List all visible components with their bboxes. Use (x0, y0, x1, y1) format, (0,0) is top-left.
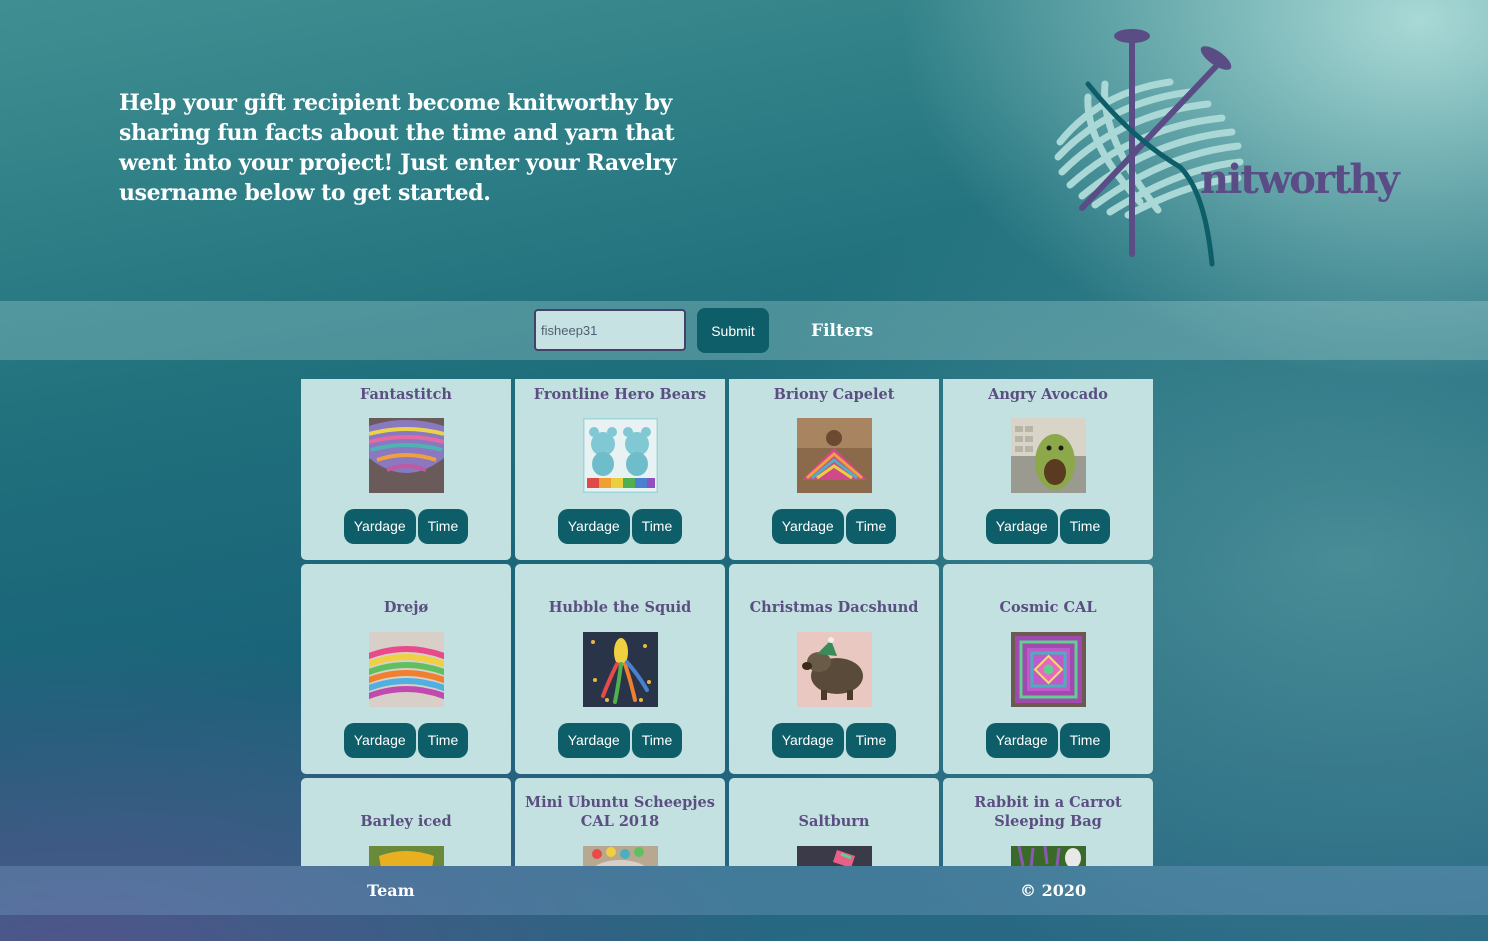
username-input[interactable] (534, 309, 686, 351)
project-actions: Yardage Time (515, 723, 725, 758)
capelet-photo[interactable] (797, 418, 872, 493)
project-actions: Yardage Time (729, 723, 939, 758)
project-card: Briony Capelet Yardage Time (729, 379, 939, 560)
squid-photo[interactable] (583, 632, 658, 707)
project-card: Angry Avocado Yardage Time (943, 379, 1153, 560)
ubuntu-photo[interactable] (583, 846, 658, 866)
yardage-button[interactable]: Yardage (985, 723, 1058, 758)
yardage-button[interactable]: Yardage (771, 723, 844, 758)
time-button[interactable]: Time (631, 509, 683, 544)
barley-photo[interactable] (369, 846, 444, 866)
headband-photo[interactable] (369, 632, 444, 707)
project-card: Rabbit in a Carrot Sleeping Bag (943, 778, 1153, 866)
project-title: Mini Ubuntu Scheepjes CAL 2018 (525, 794, 715, 830)
site-footer: Team © 2020 (0, 866, 1488, 915)
yardage-button[interactable]: Yardage (343, 723, 416, 758)
shawl-photo[interactable] (369, 418, 444, 493)
project-card: Drejø Yardage Time (301, 564, 511, 774)
team-link[interactable]: Team (367, 881, 415, 900)
project-actions: Yardage Time (301, 509, 511, 544)
time-button[interactable]: Time (845, 723, 897, 758)
blanket-photo[interactable] (1011, 632, 1086, 707)
yardage-button[interactable]: Yardage (343, 509, 416, 544)
hero-tagline: Help your gift recipient become knitwort… (119, 90, 677, 206)
logo-wordmark: nitworthy (1200, 156, 1400, 203)
project-card: Christmas Dacshund Yardage Time (729, 564, 939, 774)
project-actions: Yardage Time (943, 509, 1153, 544)
project-actions: Yardage Time (515, 509, 725, 544)
project-title: Fantastitch (360, 386, 452, 403)
knitworthy-logo-icon[interactable] (1040, 22, 1370, 272)
yardage-button[interactable]: Yardage (557, 509, 630, 544)
project-grid: Fantastitch Yardage Time Frontline Hero … (301, 379, 1153, 866)
dachshund-photo[interactable] (797, 632, 872, 707)
yardage-button[interactable]: Yardage (557, 723, 630, 758)
search-bar: Submit Filters (0, 301, 1488, 360)
project-title: Drejø (383, 599, 429, 616)
time-button[interactable]: Time (417, 509, 469, 544)
project-card: Barley iced (301, 778, 511, 866)
time-button[interactable]: Time (1059, 723, 1111, 758)
project-title: Angry Avocado (988, 386, 1108, 403)
yardage-button[interactable]: Yardage (771, 509, 844, 544)
yardage-button[interactable]: Yardage (985, 509, 1058, 544)
avocado-photo[interactable] (1011, 418, 1086, 493)
rabbit-photo[interactable] (1011, 846, 1086, 866)
hero-banner: Help your gift recipient become knitwort… (0, 0, 1488, 300)
project-title: Christmas Dacshund (749, 599, 919, 616)
project-title: Cosmic CAL (999, 599, 1097, 616)
project-title: Hubble the Squid (548, 599, 692, 616)
time-button[interactable]: Time (417, 723, 469, 758)
project-title: Briony Capelet (773, 386, 895, 403)
project-title: Saltburn (798, 813, 870, 830)
project-actions: Yardage Time (729, 509, 939, 544)
copyright-text: © 2020 (1020, 881, 1087, 900)
project-title: Barley iced (360, 813, 452, 830)
filters-link[interactable]: Filters (811, 321, 873, 341)
project-title: Frontline Hero Bears (533, 386, 707, 403)
bears-photo[interactable] (583, 418, 658, 493)
project-card: Frontline Hero Bears Yardage Time (515, 379, 725, 560)
project-card: Saltburn (729, 778, 939, 866)
project-card: Fantastitch Yardage Time (301, 379, 511, 560)
saltburn-photo[interactable] (797, 846, 872, 866)
time-button[interactable]: Time (1059, 509, 1111, 544)
submit-button[interactable]: Submit (697, 308, 769, 353)
project-actions: Yardage Time (301, 723, 511, 758)
time-button[interactable]: Time (631, 723, 683, 758)
project-card: Mini Ubuntu Scheepjes CAL 2018 (515, 778, 725, 866)
project-title: Rabbit in a Carrot Sleeping Bag (974, 794, 1122, 830)
project-card: Cosmic CAL Yardage Time (943, 564, 1153, 774)
project-actions: Yardage Time (943, 723, 1153, 758)
time-button[interactable]: Time (845, 509, 897, 544)
project-card: Hubble the Squid Yardage Time (515, 564, 725, 774)
